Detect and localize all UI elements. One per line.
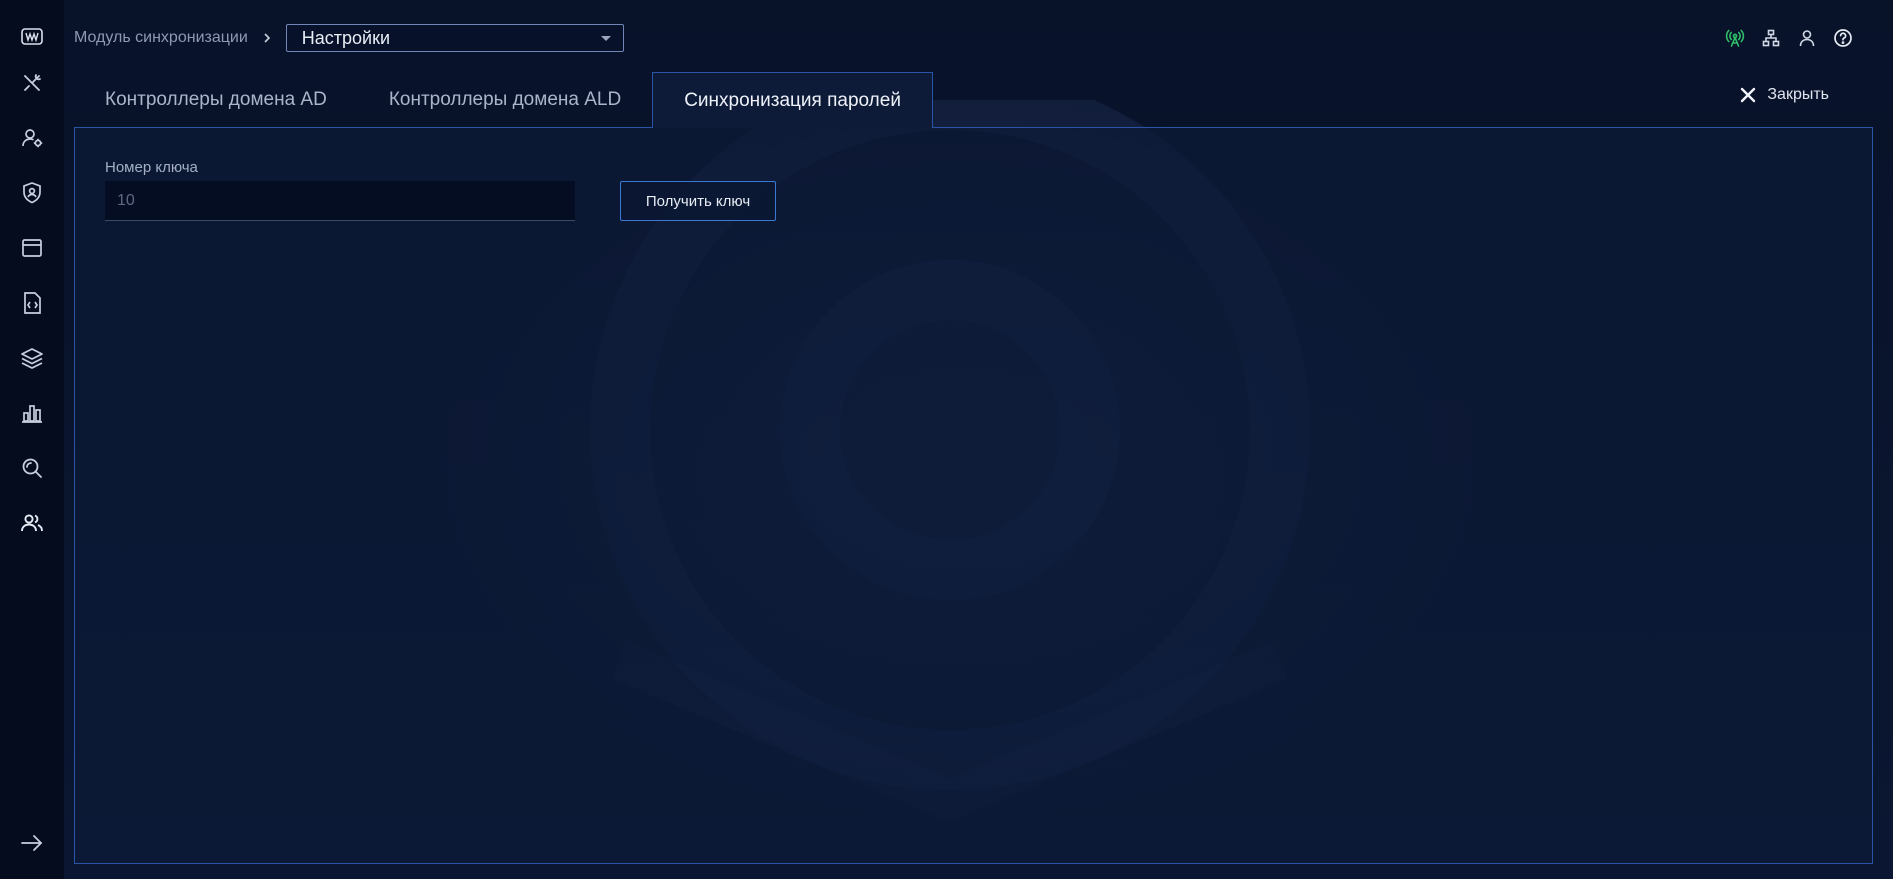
caret-down-icon [600,36,611,41]
network-icon[interactable] [1759,26,1783,50]
chevron-right-icon [260,31,274,45]
password-sync-panel: Номер ключа Получить ключ [74,127,1873,864]
tabs: Контроллеры домена AD Контроллеры домена… [74,72,933,128]
bar-chart-icon[interactable] [16,397,48,429]
section-select-value: Настройки [301,27,391,48]
antenna-icon[interactable] [1723,26,1747,50]
key-number-label: Номер ключа [105,159,198,176]
shield-user-icon[interactable] [16,177,48,209]
window-icon[interactable] [16,232,48,264]
tools-icon[interactable] [16,67,48,99]
help-icon[interactable] [1831,26,1855,50]
sidebar [0,0,64,879]
layers-icon[interactable] [16,342,48,374]
user-icon[interactable] [1795,26,1819,50]
tab-password-sync[interactable]: Синхронизация паролей [652,72,933,128]
user-gear-icon[interactable] [16,122,48,154]
breadcrumb-root-link[interactable]: Модуль синхронизации [74,29,248,47]
tab-ald-domain-controllers[interactable]: Контроллеры домена ALD [358,72,652,128]
close-button[interactable]: Закрыть [1739,86,1829,104]
code-file-icon[interactable] [16,287,48,319]
app-logo-icon[interactable] [16,21,48,53]
get-key-button[interactable]: Получить ключ [620,181,776,221]
app-root: Модуль синхронизации Настройки Контролле… [0,0,1893,879]
close-label: Закрыть [1767,86,1829,103]
breadcrumb: Модуль синхронизации Настройки [74,23,624,53]
tab-ad-domain-controllers[interactable]: Контроллеры домена AD [74,72,358,128]
header-icons [1723,26,1855,50]
key-number-input[interactable] [105,181,575,221]
section-select[interactable]: Настройки [285,24,624,52]
users-icon[interactable] [16,507,48,539]
search-icon[interactable] [16,452,48,484]
close-icon [1741,87,1756,103]
arrow-right-icon[interactable] [16,827,48,859]
